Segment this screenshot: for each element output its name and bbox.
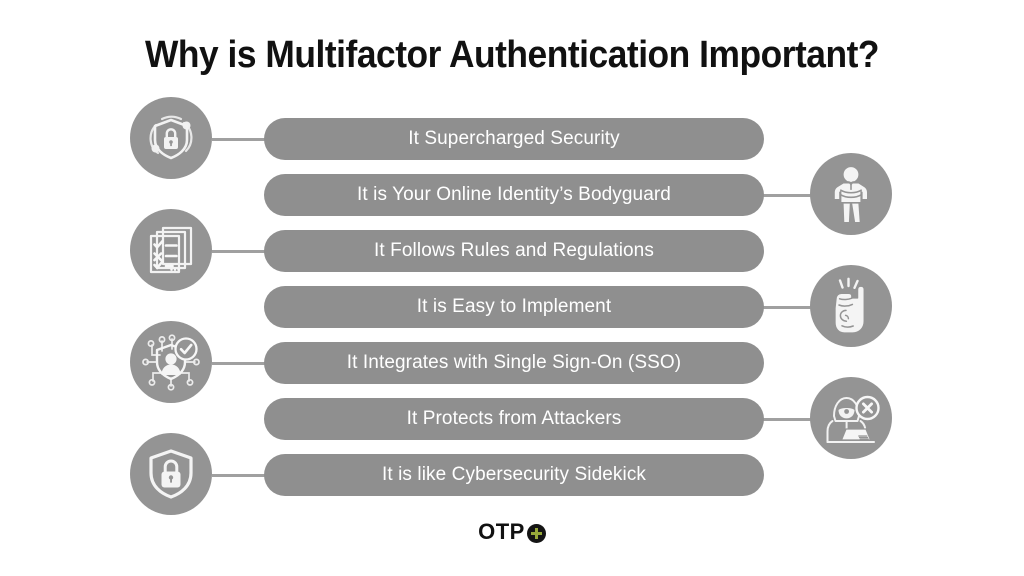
connector-right-4 bbox=[760, 306, 816, 309]
benefit-pill-4[interactable]: It is Easy to Implement bbox=[264, 286, 764, 328]
connector-left-7 bbox=[212, 474, 268, 477]
benefit-label: It Follows Rules and Regulations bbox=[374, 240, 654, 261]
benefit-label: It Supercharged Security bbox=[408, 128, 620, 149]
benefit-label: It is Easy to Implement bbox=[416, 296, 612, 317]
connector-left-3 bbox=[212, 250, 268, 253]
checklist-documents-icon bbox=[130, 209, 212, 291]
otp-logo: OTP bbox=[0, 519, 1024, 545]
benefit-label: It is Your Online Identity’s Bodyguard bbox=[357, 184, 671, 205]
benefit-label: It is like Cybersecurity Sidekick bbox=[381, 464, 647, 485]
bodyguard-person-icon bbox=[810, 153, 892, 235]
connector-right-2 bbox=[760, 194, 816, 197]
snapping-fingers-hand-icon bbox=[810, 265, 892, 347]
benefit-pill-6[interactable]: It Protects from Attackers bbox=[264, 398, 764, 440]
connector-left-5 bbox=[212, 362, 268, 365]
benefit-pill-5[interactable]: It Integrates with Single Sign-On (SSO) bbox=[264, 342, 764, 384]
benefit-pill-3[interactable]: It Follows Rules and Regulations bbox=[264, 230, 764, 272]
connector-right-6 bbox=[760, 418, 816, 421]
hacker-laptop-blocked-icon bbox=[810, 377, 892, 459]
shield-padlock-icon bbox=[130, 433, 212, 515]
shield-lock-network-icon bbox=[130, 97, 212, 179]
benefit-pill-2[interactable]: It is Your Online Identity’s Bodyguard bbox=[264, 174, 764, 216]
benefit-pill-1[interactable]: It Supercharged Security bbox=[264, 118, 764, 160]
connector-left-1 bbox=[212, 138, 268, 141]
plus-circle-mark-icon bbox=[526, 523, 546, 543]
benefit-label: It Integrates with Single Sign-On (SSO) bbox=[346, 352, 682, 373]
benefit-label: It Protects from Attackers bbox=[406, 408, 622, 429]
page-title: Why is Multifactor Authentication Import… bbox=[144, 34, 880, 76]
benefit-pill-7[interactable]: It is like Cybersecurity Sidekick bbox=[264, 454, 764, 496]
otp-logo-text: OTP bbox=[478, 519, 525, 544]
user-shield-circuit-check-icon bbox=[130, 321, 212, 403]
infographic-canvas: Why is Multifactor Authentication Import… bbox=[0, 0, 1024, 576]
